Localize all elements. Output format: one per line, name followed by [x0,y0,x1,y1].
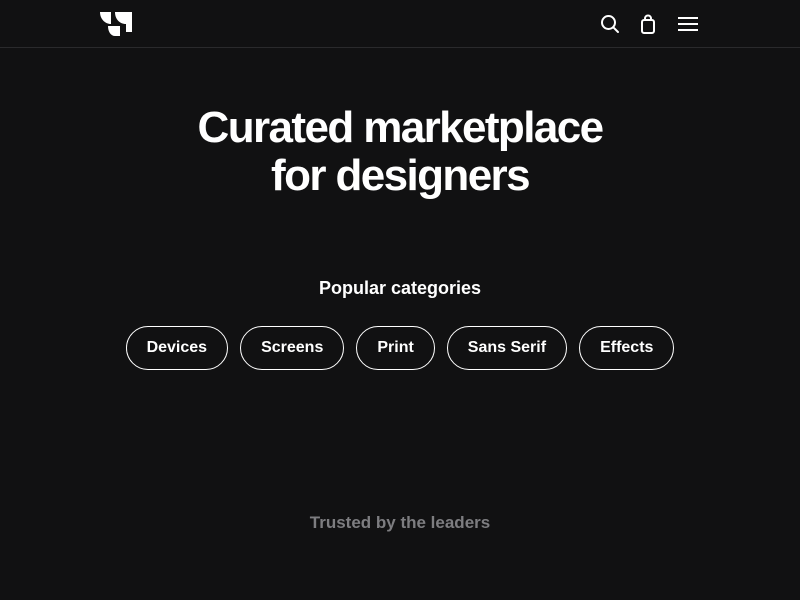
hamburger-menu-icon[interactable] [676,12,700,36]
category-chip-sans-serif[interactable]: Sans Serif [446,326,568,370]
hero-title: Curated marketplace for designers [0,104,800,200]
site-header [0,0,800,48]
category-chips: Devices Screens Print Sans Serif Effects [0,326,800,370]
hero-title-line-2: for designers [271,151,531,200]
category-chip-print[interactable]: Print [356,326,435,370]
page: Curated marketplace for designers Popula… [0,0,800,600]
hero-section: Curated marketplace for designers [0,104,800,200]
trusted-by-heading: Trusted by the leaders [309,513,491,532]
hero-title-line-1: Curated marketplace [197,103,605,152]
shopping-bag-icon[interactable] [636,12,660,36]
category-chip-effects[interactable]: Effects [579,326,675,370]
search-icon[interactable] [598,12,622,36]
category-chip-devices[interactable]: Devices [125,326,229,370]
brand-logo-icon[interactable] [100,12,132,36]
category-chip-screens[interactable]: Screens [240,326,345,370]
popular-categories-heading: Popular categories [318,278,482,298]
